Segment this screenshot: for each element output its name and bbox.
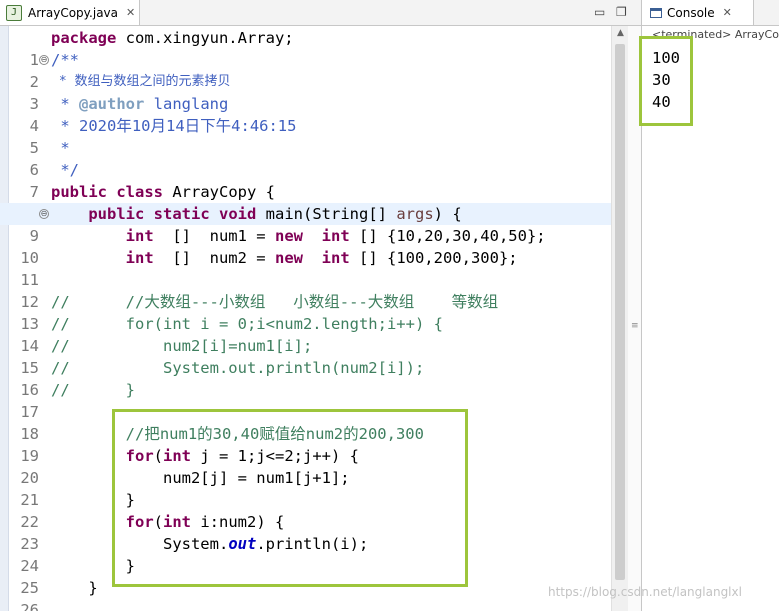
minimize-icon[interactable]: ▭ (594, 5, 605, 19)
scrollbar-thumb[interactable] (615, 44, 625, 580)
line-number: 26 (20, 601, 39, 611)
javadoc-text: * 2020年10月14日下午4:46:15 (51, 117, 297, 135)
code-line: 15 // num2[i]=num1[i]; (0, 335, 611, 377)
java-file-icon: J (6, 4, 22, 21)
keyword: new (274, 227, 303, 245)
console-tab-label: Console (667, 5, 715, 20)
keyword: int (321, 249, 350, 267)
keyword: class (116, 183, 164, 201)
parameter: args (396, 205, 434, 223)
keyword: new (274, 249, 303, 267)
editor-tab-arraycopy[interactable]: J ArrayCopy.java ✕ (0, 0, 140, 25)
code-line: 13 // //大数组---小数组 小数组---大数组 等数组 (0, 291, 611, 333)
close-icon[interactable]: ✕ (723, 6, 732, 19)
keyword: public (51, 183, 107, 201)
code-line-current: 9 ⊖ public static void main(String[] arg… (0, 203, 611, 245)
code-line: 10 int [] num1 = new int [] {10,20,30,40… (0, 225, 611, 267)
keyword: package (51, 29, 117, 47)
javadoc-text: langlang (144, 95, 229, 113)
javadoc-text: /** (51, 51, 79, 69)
code-line: 11 int [] num2 = new int [] {100,200,300… (0, 247, 611, 289)
console-tab[interactable]: Console ✕ (642, 0, 754, 25)
vertical-scrollbar[interactable]: ▲ (611, 26, 629, 611)
code-line: 2 ⊖ /** (0, 49, 611, 91)
fold-collapse-icon[interactable]: ⊖ (39, 55, 49, 65)
comment-text: // num2[i]=num1[i]; (51, 337, 313, 355)
code-line: 7 */ (0, 159, 611, 201)
highlight-box-code (112, 409, 468, 587)
code-text: [] num2 = (153, 249, 275, 267)
code-line: 16 // System.out.println(num2[i]); (0, 357, 611, 399)
comment-text: // System.out.println(num2[i]); (51, 359, 425, 377)
code-line: 17 // } (0, 379, 611, 421)
watermark-text: https://blog.csdn.net/langlanglxl (548, 585, 742, 599)
fold-collapse-icon[interactable]: ⊖ (39, 209, 49, 219)
console-icon (650, 7, 662, 18)
javadoc-tag: @author (79, 95, 145, 113)
keyword: int (321, 227, 350, 245)
comment-text: // for(int i = 0;i<num2.length;i++) { (51, 315, 443, 333)
code-text: [] {100,200,300}; (349, 249, 518, 267)
code-line: 6 * (0, 137, 611, 179)
maximize-icon[interactable]: ❐ (616, 5, 627, 19)
code-text: [] num1 = (153, 227, 275, 245)
code-text: } (88, 579, 98, 597)
code-text: ) { (433, 205, 462, 223)
keyword: public (88, 205, 145, 223)
overview-marker-icon: ≡ (631, 321, 639, 331)
code-line: 8 public class ArrayCopy { (0, 181, 611, 223)
scroll-up-icon[interactable]: ▲ (612, 28, 629, 38)
code-line: 5 * 2020年10月14日下午4:46:15 (0, 115, 611, 157)
code-line: 4 * @author langlang (0, 93, 611, 135)
javadoc-text: * 数组与数组之间的元素拷贝 (51, 74, 231, 89)
highlight-box-console (639, 36, 693, 126)
code-text: main(String[] (256, 205, 397, 223)
javadoc-text: */ (51, 161, 79, 179)
javadoc-text: * (51, 139, 70, 157)
code-line: 12 (0, 269, 611, 311)
javadoc-text: * (51, 95, 79, 113)
keyword: void (219, 205, 257, 223)
editor-tab-bar: J ArrayCopy.java ✕ ▭ ❐ (0, 0, 641, 26)
code-text: [] {10,20,30,40,50}; (349, 227, 546, 245)
keyword: int (125, 249, 154, 267)
comment-text: // } (51, 381, 135, 399)
code-line: 1 package com.xingyun.Array; (0, 27, 611, 69)
code-text: ArrayCopy { (163, 183, 275, 201)
code-text: com.xingyun.Array; (116, 29, 294, 47)
keyword: int (125, 227, 154, 245)
close-icon[interactable]: ✕ (126, 6, 135, 19)
code-line: 3 * 数组与数组之间的元素拷贝 (0, 71, 611, 113)
keyword: static (153, 205, 210, 223)
comment-text: // //大数组---小数组 小数组---大数组 等数组 (51, 293, 499, 311)
console-tab-bar: Console ✕ (642, 0, 779, 26)
editor-tab-label: ArrayCopy.java (28, 5, 119, 20)
code-line: 14 // for(int i = 0;i<num2.length;i++) { (0, 313, 611, 355)
